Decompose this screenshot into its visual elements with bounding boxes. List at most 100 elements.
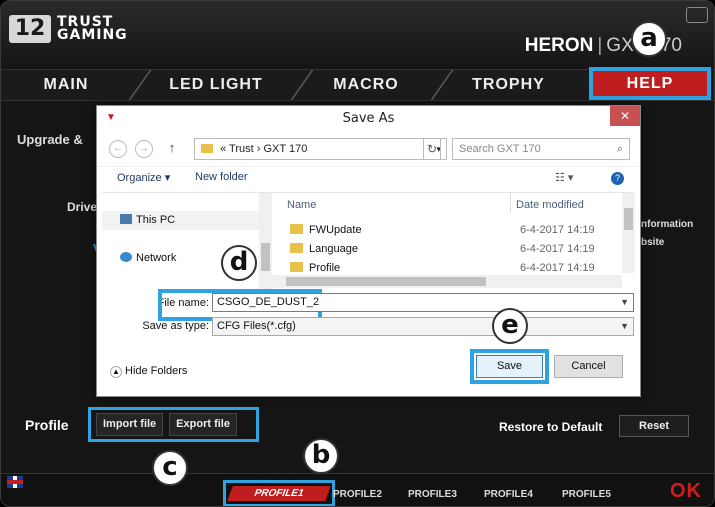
reset-button[interactable]: Reset: [619, 415, 689, 437]
profile-tab-4[interactable]: PROFILE4: [484, 489, 533, 500]
upgrade-heading: Upgrade &: [17, 132, 83, 147]
breadcrumb-overflow[interactable]: «: [220, 143, 226, 155]
breadcrumb-trust[interactable]: Trust: [229, 143, 254, 155]
hide-folders-toggle[interactable]: ▲ Hide Folders: [110, 365, 187, 378]
save-as-type-value: CFG Files(*.cfg): [217, 320, 296, 332]
file-row[interactable]: FWUpdate: [290, 224, 362, 236]
search-icon: ⌕: [616, 143, 623, 155]
scroll-thumb[interactable]: [286, 277, 486, 286]
save-as-type-label: Save as type:: [142, 320, 209, 332]
breadcrumb-gxt170[interactable]: GXT 170: [264, 143, 308, 155]
file-row[interactable]: Language: [290, 243, 358, 255]
address-bar[interactable]: « Trust › GXT 170 ▾: [194, 138, 447, 160]
column-divider: [510, 193, 511, 213]
logo-line2: GAMING: [57, 27, 128, 43]
info-text-2: bsite: [641, 237, 665, 248]
file-name: Profile: [309, 262, 341, 274]
hide-folders-label: Hide Folders: [125, 365, 188, 377]
scroll-thumb[interactable]: [624, 208, 633, 230]
file-name-input[interactable]: CSGO_DE_DUST_2 ▼: [212, 293, 634, 312]
column-name[interactable]: Name: [287, 199, 316, 211]
chevron-down-icon[interactable]: ▼: [620, 318, 629, 335]
file-date: 6-4-2017 14:19: [520, 262, 595, 274]
nav-item-label: Network: [136, 252, 177, 264]
search-input[interactable]: Search GXT 170 ⌕: [452, 138, 630, 160]
address-row: ← → ↑ « Trust › GXT 170 ▾ ↻ Search GXT 1…: [97, 134, 640, 162]
dialog-toolbar: Organize ▾ New folder ☷ ▾ ?: [97, 166, 640, 190]
import-file-button[interactable]: Import file: [96, 413, 164, 436]
file-date: 6-4-2017 14:19: [520, 243, 595, 255]
folder-icon: [201, 144, 213, 153]
logo-mark: 12: [9, 15, 51, 43]
tab-trophy[interactable]: TROPHY: [451, 70, 566, 100]
folder-icon: [290, 262, 303, 272]
file-date: 6-4-2017 14:19: [520, 224, 595, 236]
callout-e: e: [492, 308, 528, 344]
organize-menu[interactable]: Organize ▾: [117, 171, 170, 184]
network-icon: [120, 252, 132, 262]
window-control-button[interactable]: [686, 7, 708, 23]
profile-tab-2[interactable]: PROFILE2: [333, 489, 382, 500]
product-sep: |: [597, 35, 603, 56]
restore-default-label: Restore to Default: [499, 420, 603, 434]
search-placeholder: Search GXT 170: [459, 143, 541, 155]
dialog-title: Save As: [342, 111, 395, 126]
callout-a: a: [631, 21, 667, 57]
up-icon[interactable]: ↑: [163, 140, 181, 158]
export-file-button[interactable]: Export file: [169, 413, 237, 436]
tab-main[interactable]: MAIN: [11, 70, 121, 100]
file-browser: This PC Network Name Date modified FWUpd…: [102, 192, 635, 289]
driver-label: Drive: [67, 200, 98, 214]
new-folder-button[interactable]: New folder: [195, 171, 248, 183]
tab-led-light[interactable]: LED LIGHT: [151, 70, 281, 100]
file-name: FWUpdate: [309, 224, 362, 236]
cancel-button[interactable]: Cancel: [554, 355, 623, 378]
folder-icon: [290, 224, 303, 234]
nav-scrollbar[interactable]: [259, 193, 272, 289]
nav-divider: [128, 70, 152, 100]
refresh-icon[interactable]: ↻: [423, 138, 441, 160]
help-icon[interactable]: ?: [611, 172, 624, 185]
app-window: 12 TRUST GAMING HERON | GXT 170 MAIN LED L…: [0, 0, 715, 507]
callout-d: d: [221, 245, 257, 281]
horizontal-scrollbar[interactable]: [272, 275, 622, 288]
scroll-thumb[interactable]: [261, 243, 270, 271]
callout-b: b: [303, 438, 339, 474]
folder-icon: [290, 243, 303, 253]
file-scrollbar[interactable]: [622, 193, 635, 273]
save-button[interactable]: Save: [476, 355, 543, 378]
close-button[interactable]: ✕: [610, 106, 640, 126]
profile-tab-5[interactable]: PROFILE5: [562, 489, 611, 500]
ok-button[interactable]: OK: [670, 480, 702, 503]
profile-label: Profile: [25, 417, 69, 433]
product-name: HERON: [524, 35, 594, 56]
forward-icon[interactable]: →: [135, 140, 153, 158]
tab-help[interactable]: HELP: [589, 67, 711, 100]
uk-flag-icon[interactable]: [7, 476, 23, 488]
breadcrumb-sep: ›: [256, 143, 261, 155]
file-buttons-highlight: Import file Export file: [88, 407, 259, 442]
file-name-value: CSGO_DE_DUST_2: [217, 296, 320, 308]
computer-icon: [120, 214, 132, 224]
nav-item-label: This PC: [136, 214, 176, 226]
chevron-down-icon[interactable]: ▼: [620, 294, 629, 311]
view-options-icon[interactable]: ☷ ▾: [555, 171, 573, 184]
file-list: Name Date modified FWUpdate 6-4-2017 14:…: [272, 193, 635, 289]
profile1-highlight: PROFILE1: [223, 480, 335, 506]
callout-c: c: [152, 450, 188, 486]
trust-gaming-logo: 12 TRUST GAMING: [9, 15, 128, 43]
tab-macro[interactable]: MACRO: [311, 70, 421, 100]
column-date-modified[interactable]: Date modified: [516, 199, 584, 211]
save-as-dialog: ▼ Save As ✕ ← → ↑ « Trust › GXT 170 ▾ ↻ …: [96, 105, 641, 397]
save-as-type-select[interactable]: CFG Files(*.cfg) ▼: [212, 317, 634, 336]
profile-tab-1[interactable]: PROFILE1: [227, 486, 331, 501]
file-name: Language: [309, 243, 358, 255]
file-row[interactable]: Profile: [290, 262, 340, 274]
profile-tab-3[interactable]: PROFILE3: [408, 489, 457, 500]
dialog-titlebar: ▼ Save As ✕: [97, 106, 640, 131]
chevron-up-icon: ▲: [110, 366, 122, 378]
nav-item-network[interactable]: Network: [120, 252, 176, 264]
back-icon[interactable]: ←: [109, 140, 127, 158]
nav-item-this-pc[interactable]: This PC: [120, 214, 175, 226]
info-text-1: nformation: [641, 219, 694, 230]
